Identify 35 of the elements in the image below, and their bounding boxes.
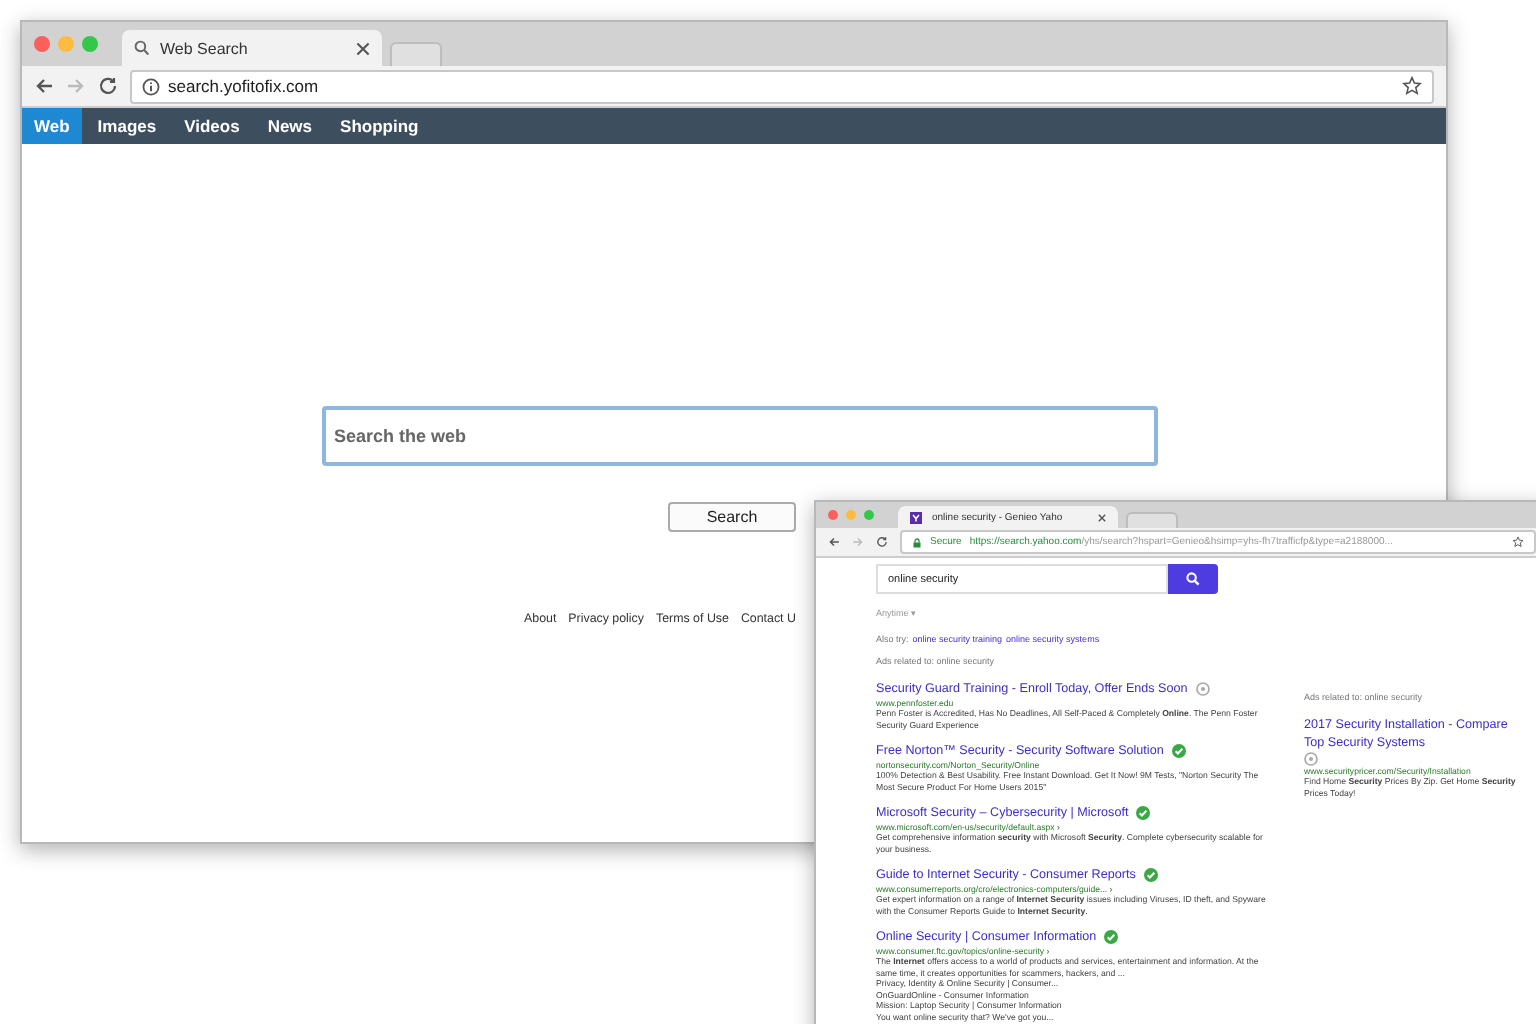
nav-tab[interactable]: Videos	[172, 108, 252, 144]
forward-arrow-icon[interactable]	[66, 76, 86, 96]
search-icon	[134, 40, 150, 56]
close-button[interactable]	[828, 510, 838, 520]
nav-tab[interactable]: Shopping	[328, 108, 431, 144]
search-icon	[1186, 572, 1200, 586]
nav-tab[interactable]: News	[255, 108, 325, 144]
search-button[interactable]	[1168, 564, 1218, 594]
zoom-button[interactable]	[82, 36, 98, 52]
nav-tab[interactable]: Web	[22, 108, 82, 144]
lock-icon	[912, 537, 922, 547]
tab-title: Web Search	[160, 39, 250, 57]
reload-icon[interactable]	[876, 536, 888, 548]
url-text: search.yofitofix.com	[168, 76, 319, 96]
search-field[interactable]: Search the web	[322, 406, 1158, 466]
close-button[interactable]	[34, 36, 50, 52]
close-tab-icon[interactable]	[356, 41, 370, 55]
search-button[interactable]: Search	[668, 502, 796, 532]
nav-tab[interactable]: Images	[85, 108, 169, 144]
back-arrow-icon[interactable]	[34, 76, 54, 96]
address-bar[interactable]: search.yofitofix.com	[130, 69, 1434, 103]
close-tab-icon[interactable]	[1098, 513, 1106, 521]
bookmark-star-icon[interactable]	[1512, 536, 1524, 548]
site-favicon-icon	[910, 511, 922, 523]
new-tab-button[interactable]	[1126, 512, 1178, 528]
browser-tab[interactable]: Web Search	[122, 30, 382, 66]
back-arrow-icon[interactable]	[828, 536, 840, 548]
minimize-button[interactable]	[846, 510, 856, 520]
forward-arrow-icon[interactable]	[852, 536, 864, 548]
new-tab-button[interactable]	[390, 42, 442, 66]
reload-icon[interactable]	[98, 76, 118, 96]
minimize-button[interactable]	[58, 36, 74, 52]
info-icon	[142, 77, 160, 95]
bookmark-star-icon[interactable]	[1402, 76, 1422, 96]
zoom-button[interactable]	[864, 510, 874, 520]
